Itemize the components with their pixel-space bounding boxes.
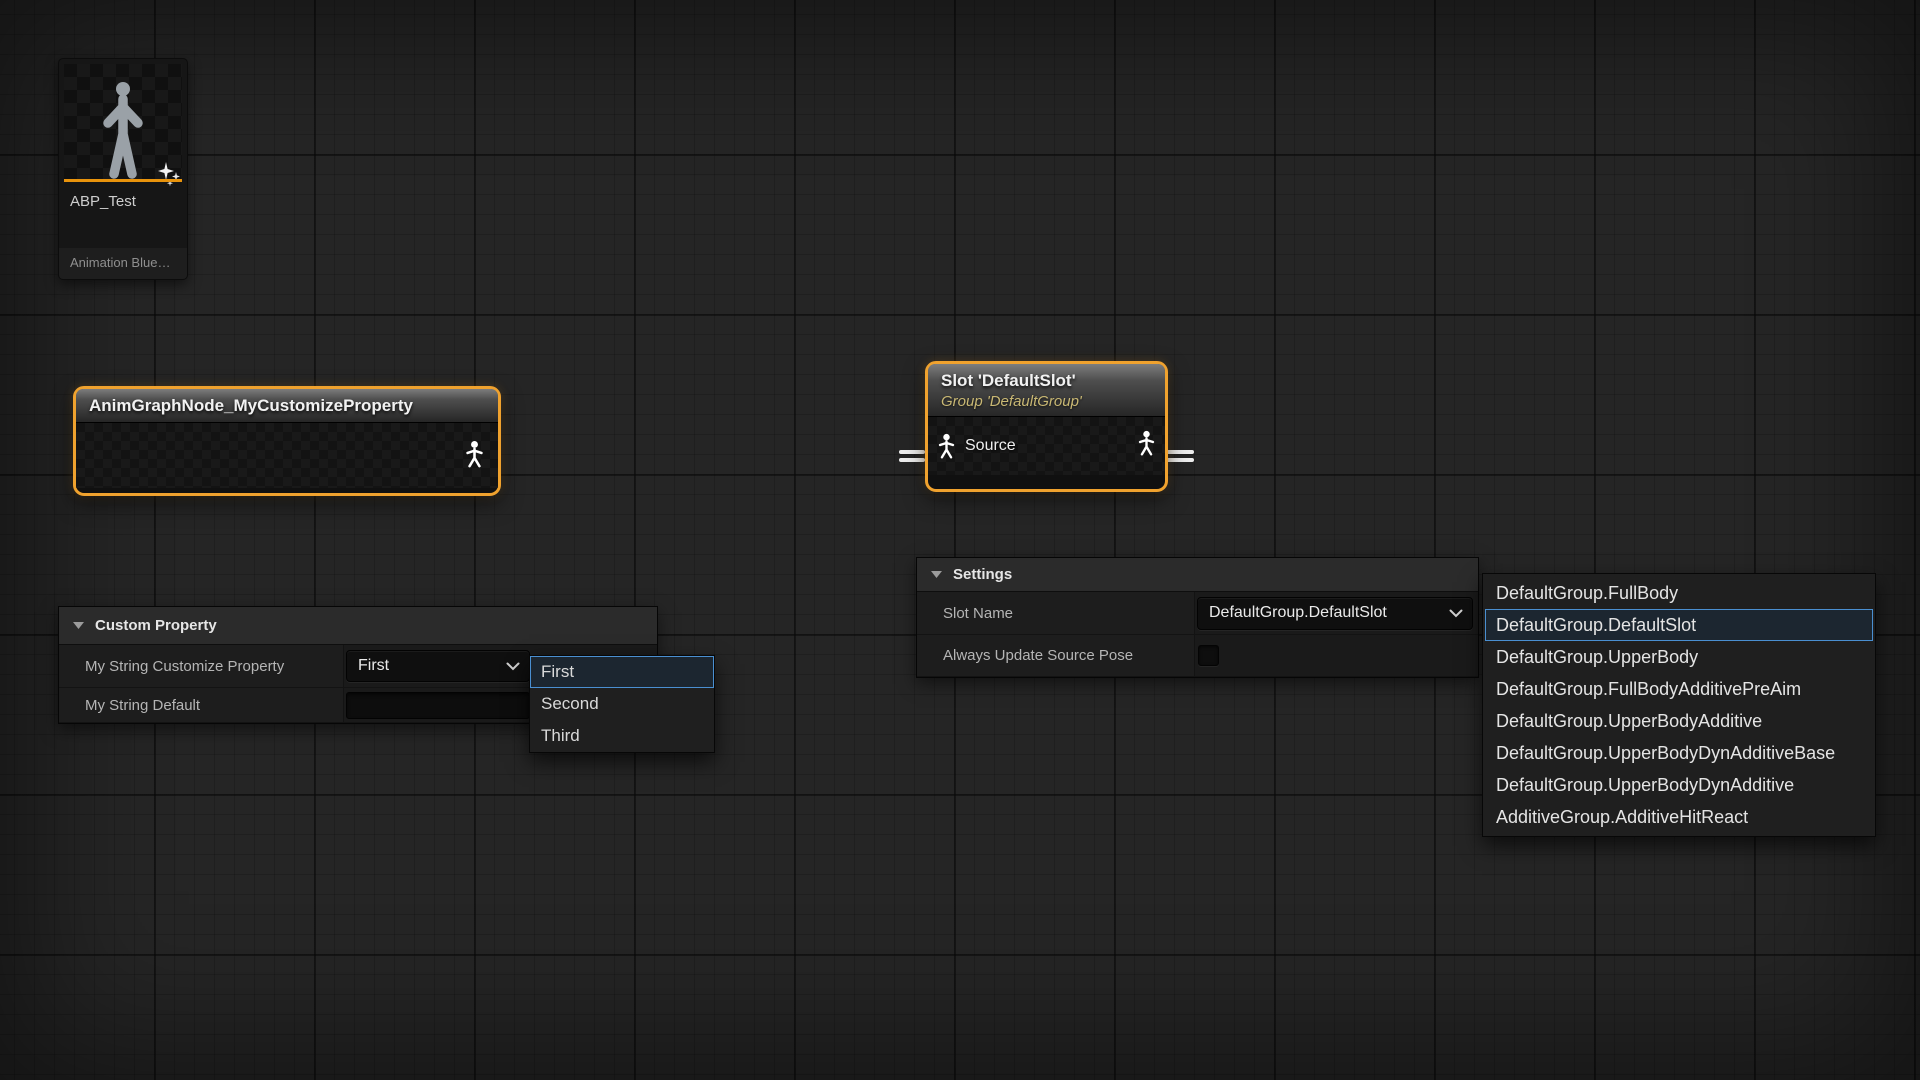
property-value-cell <box>1195 635 1478 676</box>
node-title: Slot 'DefaultSlot' <box>941 371 1152 391</box>
particles-icon <box>152 158 186 192</box>
collapse-arrow-icon <box>73 622 84 629</box>
panel-header-label: Custom Property <box>95 617 217 634</box>
property-label: Slot Name <box>917 592 1195 634</box>
menu-item-second[interactable]: Second <box>530 688 714 720</box>
property-label: My String Customize Property <box>59 645 344 687</box>
menu-item-first[interactable]: First <box>530 656 714 688</box>
slot-name-dropdown-menu: DefaultGroup.FullBody DefaultGroup.Defau… <box>1482 573 1876 837</box>
node-body: Source <box>928 417 1165 475</box>
node-title-bar[interactable]: Slot 'DefaultSlot' Group 'DefaultGroup' <box>928 364 1165 417</box>
node-slot-defaultslot[interactable]: Slot 'DefaultSlot' Group 'DefaultGroup' … <box>925 361 1168 492</box>
slot-option-fullbodyadditivepreaim[interactable]: DefaultGroup.FullBodyAdditivePreAim <box>1485 673 1873 705</box>
collapse-arrow-icon <box>931 571 942 578</box>
asset-thumbnail <box>64 64 182 182</box>
dropdown-current-value: First <box>358 657 389 675</box>
person-pose-pin-icon <box>1137 430 1156 457</box>
asset-card-abp-test[interactable]: ABP_Test Animation Blue… <box>58 58 188 280</box>
node-body <box>76 423 498 488</box>
pose-wire-in-bottom <box>899 458 925 462</box>
node-animgraph-customize-property[interactable]: AnimGraphNode_MyCustomizeProperty <box>73 386 501 496</box>
slot-option-additivehitreact[interactable]: AdditiveGroup.AdditiveHitReact <box>1485 801 1873 833</box>
settings-panel: Settings Slot Name DefaultGroup.DefaultS… <box>916 557 1479 678</box>
chevron-down-icon <box>1449 609 1463 618</box>
asset-type-color-bar <box>64 179 182 182</box>
slot-name-dropdown[interactable]: DefaultGroup.DefaultSlot <box>1197 597 1473 630</box>
slot-option-upperbodydynadditivebase[interactable]: DefaultGroup.UpperBodyDynAdditiveBase <box>1485 737 1873 769</box>
property-row-always-update-source-pose: Always Update Source Pose <box>917 635 1478 677</box>
property-label: My String Default <box>59 688 344 722</box>
node-title-bar[interactable]: AnimGraphNode_MyCustomizeProperty <box>76 389 498 423</box>
pose-wire-in-top <box>899 450 925 454</box>
pose-output-pin[interactable] <box>1137 430 1156 462</box>
slot-option-fullbody[interactable]: DefaultGroup.FullBody <box>1485 577 1873 609</box>
my-string-customize-dropdown[interactable]: First <box>346 650 530 682</box>
chevron-down-icon <box>506 662 520 671</box>
my-string-default-input[interactable] <box>346 692 530 719</box>
pose-wire-out-bottom <box>1166 458 1194 462</box>
slot-option-upperbodyadditive[interactable]: DefaultGroup.UpperBodyAdditive <box>1485 705 1873 737</box>
node-title: AnimGraphNode_MyCustomizeProperty <box>89 396 485 416</box>
slot-option-upperbody[interactable]: DefaultGroup.UpperBody <box>1485 641 1873 673</box>
node-inner: AnimGraphNode_MyCustomizeProperty <box>76 389 498 493</box>
property-row-slot-name: Slot Name DefaultGroup.DefaultSlot <box>917 592 1478 635</box>
blueprint-graph-canvas[interactable]: ABP_Test Animation Blue… AnimGraphNode_M… <box>0 0 1920 1080</box>
slot-option-upperbodydynadditive[interactable]: DefaultGroup.UpperBodyDynAdditive <box>1485 769 1873 801</box>
person-pose-pin-icon <box>464 440 485 469</box>
mannequin-icon <box>90 78 156 182</box>
panel-header-label: Settings <box>953 566 1012 583</box>
custom-property-header[interactable]: Custom Property <box>59 607 657 645</box>
source-input-pin[interactable]: Source <box>937 433 1016 460</box>
always-update-source-pose-checkbox[interactable] <box>1198 645 1219 666</box>
menu-item-third[interactable]: Third <box>530 720 714 752</box>
property-label: Always Update Source Pose <box>917 635 1195 676</box>
property-value-cell: DefaultGroup.DefaultSlot <box>1195 592 1478 634</box>
person-pose-pin-icon <box>937 433 956 460</box>
pose-output-pin[interactable] <box>464 440 485 474</box>
pose-wire-out-top <box>1166 450 1194 454</box>
asset-type-label: Animation Blue… <box>59 248 187 279</box>
dropdown-current-value: DefaultGroup.DefaultSlot <box>1209 604 1387 622</box>
source-pin-label: Source <box>965 437 1016 455</box>
graph-vignette <box>0 0 1920 1080</box>
slot-option-defaultslot[interactable]: DefaultGroup.DefaultSlot <box>1485 609 1873 641</box>
node-inner: Slot 'DefaultSlot' Group 'DefaultGroup' … <box>928 364 1165 489</box>
pin-row: Source <box>928 417 1165 462</box>
settings-header[interactable]: Settings <box>917 558 1478 592</box>
node-subtitle: Group 'DefaultGroup' <box>941 393 1152 410</box>
string-property-dropdown-menu: First Second Third <box>529 655 715 753</box>
